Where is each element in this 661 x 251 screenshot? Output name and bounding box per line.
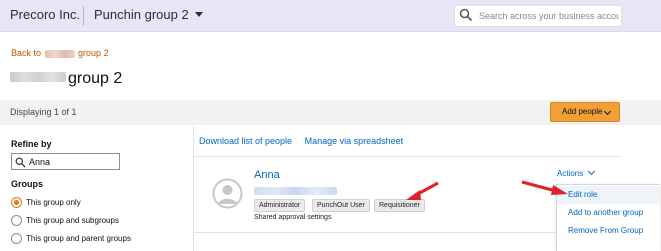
top-bar: Precoro Inc. Punchin group 2 xyxy=(0,0,661,32)
business-search[interactable] xyxy=(454,5,622,27)
user-name-link[interactable]: Anna xyxy=(254,169,280,181)
approval-settings: Shared approval settings xyxy=(254,214,332,221)
add-people-label: Add people xyxy=(562,107,603,116)
search-icon xyxy=(459,8,473,22)
redacted-text xyxy=(10,72,66,82)
refine-title: Refine by xyxy=(11,139,52,149)
manage-spreadsheet-link[interactable]: Manage via spreadsheet xyxy=(305,136,404,146)
search-icon xyxy=(15,157,26,168)
company-name[interactable]: Precoro Inc. xyxy=(10,7,80,22)
back-link[interactable]: Back to group 2 xyxy=(11,48,109,58)
redacted-text xyxy=(44,49,75,58)
actions-dropdown[interactable]: Actions xyxy=(557,167,596,178)
radio-label: This group and parent groups xyxy=(26,234,131,243)
radio-button[interactable] xyxy=(11,215,22,226)
role-badge: Administrator xyxy=(254,199,306,212)
user-avatar-icon xyxy=(212,178,243,209)
list-actions: Download list of people Manage via sprea… xyxy=(199,136,413,146)
filter-value: Anna xyxy=(29,157,51,167)
menu-item-edit-role[interactable]: Edit role xyxy=(557,186,660,204)
menu-item-label: Add to another group xyxy=(568,208,644,217)
arrow-annotation xyxy=(521,180,568,195)
group-selector-label: Punchin group 2 xyxy=(94,7,189,22)
menu-item-add-to-group[interactable]: Add to another group xyxy=(557,204,660,222)
menu-item-label: Remove From Group xyxy=(568,226,644,235)
groups-title: Groups xyxy=(11,179,44,189)
radio-button-checked[interactable] xyxy=(11,197,22,208)
chevron-down-icon xyxy=(603,107,612,116)
name-filter-input[interactable]: Anna xyxy=(11,153,120,170)
menu-item-label: Edit role xyxy=(568,190,598,199)
header-divider xyxy=(83,6,84,26)
redacted-email xyxy=(254,187,337,195)
add-people-button[interactable]: Add people xyxy=(550,102,620,122)
actions-menu: Edit role Add to another group Remove Fr… xyxy=(556,184,660,251)
group-selector[interactable]: Punchin group 2 xyxy=(94,7,203,22)
back-link-suffix: group 2 xyxy=(78,48,109,58)
display-count: Displaying 1 of 1 xyxy=(10,107,77,117)
results-strip: Displaying 1 of 1 Add people xyxy=(0,100,661,125)
radio-button[interactable] xyxy=(11,233,22,244)
role-badge: PunchOut User xyxy=(312,199,370,212)
page-title-text: group 2 xyxy=(68,70,123,87)
back-link-prefix: Back to xyxy=(11,48,42,58)
caret-down-icon xyxy=(194,12,203,17)
radio-label: This group and subgroups xyxy=(26,216,119,225)
download-list-link[interactable]: Download list of people xyxy=(199,136,292,146)
search-input[interactable] xyxy=(477,7,621,25)
page-title: group 2 xyxy=(10,70,122,88)
radio-label: This group only xyxy=(26,198,81,207)
row-divider xyxy=(194,156,620,157)
actions-label: Actions xyxy=(557,169,584,178)
arrow-annotation xyxy=(406,181,439,200)
row-divider xyxy=(194,232,556,233)
menu-item-remove-from-group[interactable]: Remove From Group xyxy=(557,222,660,240)
chevron-down-icon xyxy=(588,167,596,176)
